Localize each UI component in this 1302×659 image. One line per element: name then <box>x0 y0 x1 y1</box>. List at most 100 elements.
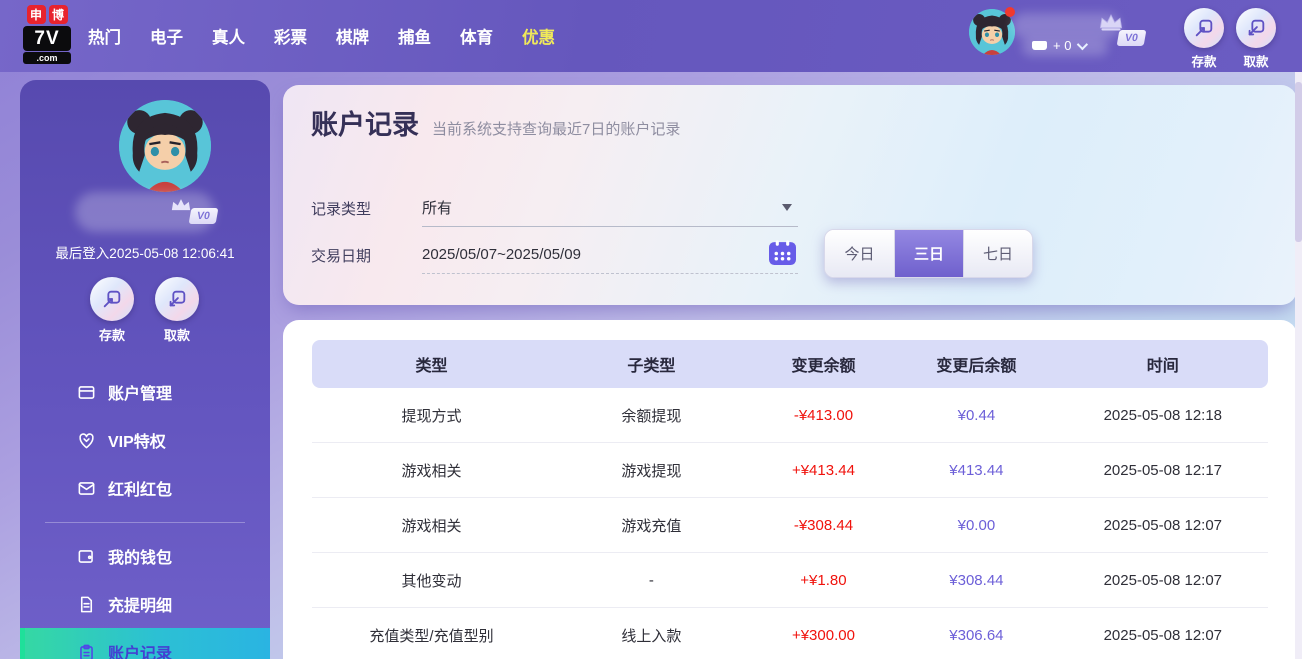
cell-type: 游戏相关 <box>312 460 551 481</box>
brand-logo[interactable]: 申 博 7V .com <box>20 5 74 64</box>
sidebar-deposit-button[interactable]: 存款 <box>90 277 134 344</box>
cell-change: +¥413.44 <box>752 462 895 479</box>
deposit-label: 存款 <box>1191 51 1216 70</box>
table-row: 提现方式 余额提现 -¥413.00 ¥0.44 2025-05-08 12:1… <box>312 388 1268 443</box>
nav-item-promo[interactable]: 优惠 <box>522 24 555 48</box>
cell-time: 2025-05-08 12:07 <box>1058 517 1268 534</box>
cell-type: 其他变动 <box>312 570 551 591</box>
wallet-icon <box>77 547 96 566</box>
primary-nav: 热门 电子 真人 彩票 棋牌 捕鱼 体育 优惠 <box>88 0 555 72</box>
record-type-value: 所有 <box>422 197 452 218</box>
envelope-icon <box>77 479 96 498</box>
wallet-icon <box>1032 41 1047 50</box>
sidebar-item-label: 账户记录 <box>108 640 172 659</box>
menu-divider <box>20 512 270 532</box>
records-header-card: 账户记录 当前系统支持查询最近7日的账户记录 记录类型 所有 交易日期 2025… <box>283 85 1297 305</box>
col-header-after: 变更后余额 <box>895 352 1058 376</box>
cell-subtype: 游戏充值 <box>551 515 752 536</box>
dropdown-caret-icon[interactable] <box>782 204 792 211</box>
sidebar-item-label: 充提明细 <box>108 592 172 616</box>
quick-range-group: 今日 三日 七日 <box>824 229 1033 278</box>
clipboard-icon <box>77 643 96 659</box>
brand-badge-left: 申 <box>27 5 46 24</box>
profile-avatar[interactable] <box>119 100 211 192</box>
cell-subtype: - <box>551 572 752 589</box>
sidebar-item-my-wallet[interactable]: 我的钱包 <box>20 532 270 580</box>
card-icon <box>77 383 96 402</box>
scrollbar[interactable] <box>1295 72 1302 659</box>
brand-tld: .com <box>23 52 71 64</box>
notification-dot <box>1005 7 1015 17</box>
table-row: 游戏相关 游戏提现 +¥413.44 ¥413.44 2025-05-08 12… <box>312 443 1268 498</box>
app-screen: 申 博 7V .com 热门 电子 真人 彩票 棋牌 捕鱼 体育 优惠 <box>0 0 1302 659</box>
nav-item-sports[interactable]: 体育 <box>460 24 493 48</box>
cell-subtype: 线上入款 <box>551 625 752 646</box>
nav-item-live[interactable]: 真人 <box>212 24 245 48</box>
file-icon <box>77 595 96 614</box>
withdraw-icon <box>155 277 199 321</box>
sidebar-item-label: VIP特权 <box>108 428 166 452</box>
withdraw-icon <box>1236 8 1276 48</box>
sidebar-withdraw-button[interactable]: 取款 <box>155 277 199 344</box>
scrollbar-thumb[interactable] <box>1295 82 1302 242</box>
sidebar-item-account-records[interactable]: 账户记录 <box>20 628 270 659</box>
table-row: 游戏相关 游戏充值 -¥308.44 ¥0.00 2025-05-08 12:0… <box>312 498 1268 553</box>
page-subtitle: 当前系统支持查询最近7日的账户记录 <box>432 118 680 139</box>
date-range-label: 交易日期 <box>311 245 371 266</box>
deposit-button[interactable]: 存款 <box>1182 8 1226 70</box>
brand-badges: 申 博 <box>27 5 68 24</box>
sidebar-item-bonus-redpacket[interactable]: 红利红包 <box>20 464 270 512</box>
title-row: 账户记录 当前系统支持查询最近7日的账户记录 <box>311 103 680 142</box>
range-today-button[interactable]: 今日 <box>825 230 894 277</box>
col-header-subtype: 子类型 <box>551 352 752 376</box>
nav-item-chess[interactable]: 棋牌 <box>336 24 369 48</box>
gem-icon <box>77 431 96 450</box>
sidebar-item-label: 账户管理 <box>108 380 172 404</box>
sidebar-item-deposit-withdraw-details[interactable]: 充提明细 <box>20 580 270 628</box>
deposit-icon <box>1184 8 1224 48</box>
top-navbar: 申 博 7V .com 热门 电子 真人 彩票 棋牌 捕鱼 体育 优惠 <box>0 0 1302 72</box>
range-three-days-button[interactable]: 三日 <box>894 230 963 277</box>
nav-item-lottery[interactable]: 彩票 <box>274 24 307 48</box>
cell-change: +¥300.00 <box>752 627 895 644</box>
records-table-card: 类型 子类型 变更余额 变更后余额 时间 提现方式 余额提现 -¥413.00 … <box>283 320 1297 659</box>
cell-time: 2025-05-08 12:18 <box>1058 407 1268 424</box>
page-title: 账户记录 <box>311 103 419 142</box>
balance-row[interactable]: + 0 <box>1032 38 1085 53</box>
record-type-select[interactable]: 所有 <box>422 188 798 227</box>
withdraw-button[interactable]: 取款 <box>1234 8 1278 70</box>
col-header-change: 变更余额 <box>752 352 895 376</box>
cell-change: +¥1.80 <box>752 572 895 589</box>
cell-type: 游戏相关 <box>312 515 551 536</box>
cell-type: 提现方式 <box>312 405 551 426</box>
last-login-text: 最后登入2025-05-08 12:06:41 <box>20 242 270 262</box>
table-header-row: 类型 子类型 变更余额 变更后余额 时间 <box>312 340 1268 388</box>
sidebar-item-vip-privileges[interactable]: VIP特权 <box>20 416 270 464</box>
sidebar: V0 最后登入2025-05-08 12:06:41 存款 取款 账户管理 VI… <box>20 80 270 659</box>
cell-after-balance: ¥0.44 <box>895 407 1058 424</box>
cell-time: 2025-05-08 12:07 <box>1058 572 1268 589</box>
date-range-input[interactable]: 2025/05/07~2025/05/09 <box>422 235 798 274</box>
nav-item-slots[interactable]: 电子 <box>150 24 183 48</box>
vip-level-badge: V0 <box>1117 30 1147 46</box>
deposit-label: 存款 <box>99 325 125 344</box>
range-seven-days-button[interactable]: 七日 <box>963 230 1032 277</box>
table-row: 其他变动 - +¥1.80 ¥308.44 2025-05-08 12:07 <box>312 553 1268 608</box>
nav-item-hot[interactable]: 热门 <box>88 24 121 48</box>
sidebar-item-label: 我的钱包 <box>108 544 172 568</box>
cell-after-balance: ¥308.44 <box>895 572 1058 589</box>
cell-time: 2025-05-08 12:17 <box>1058 462 1268 479</box>
calendar-icon[interactable] <box>769 240 796 269</box>
table-row: 充值类型/充值型别 线上入款 +¥300.00 ¥306.64 2025-05-… <box>312 608 1268 659</box>
deposit-icon <box>90 277 134 321</box>
col-header-time: 时间 <box>1058 352 1268 376</box>
cell-after-balance: ¥306.64 <box>895 627 1058 644</box>
balance-text: + 0 <box>1053 38 1071 53</box>
nav-item-fishing[interactable]: 捕鱼 <box>398 24 431 48</box>
date-range-value: 2025/05/07~2025/05/09 <box>422 246 581 263</box>
brand-name: 7V <box>23 26 71 51</box>
sidebar-item-account-management[interactable]: 账户管理 <box>20 368 270 416</box>
withdraw-label: 取款 <box>1243 51 1268 70</box>
cell-subtype: 余额提现 <box>551 405 752 426</box>
sidebar-item-label: 红利红包 <box>108 476 172 500</box>
